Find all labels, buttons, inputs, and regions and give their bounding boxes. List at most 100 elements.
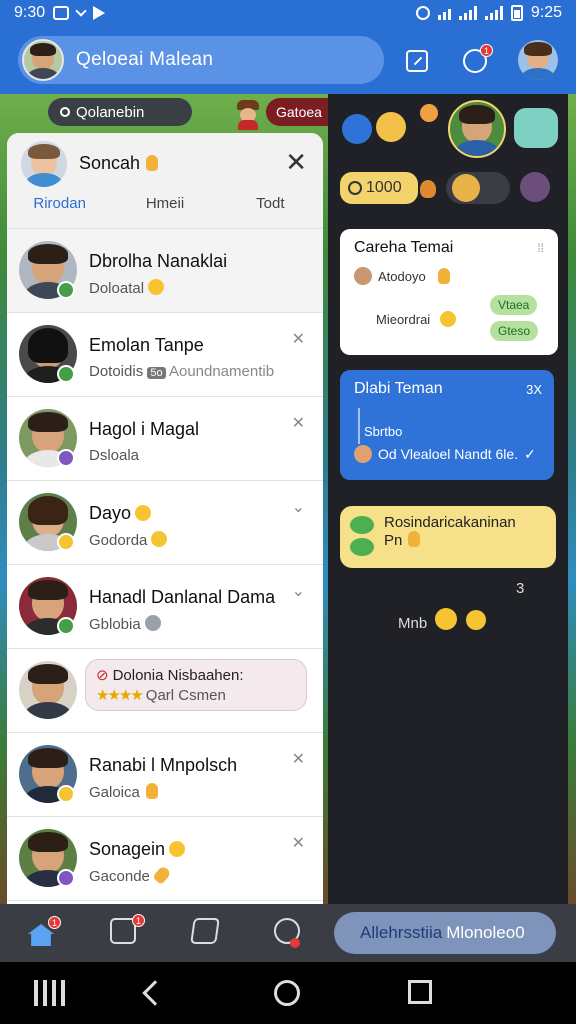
media-badge: 5o <box>147 367 166 379</box>
quote-title: ⊘ Dolonia Nisbaahen: <box>96 667 244 684</box>
action-pill[interactable] <box>446 172 510 204</box>
alarm-icon <box>415 6 430 20</box>
close-button[interactable]: ✕ <box>285 147 307 178</box>
profile-avatar[interactable] <box>518 40 558 80</box>
laugh-emoji-icon[interactable] <box>435 608 458 630</box>
mascot-sticker-icon[interactable] <box>514 108 558 148</box>
profile-search-pill[interactable]: Qeloeai Malean <box>18 36 384 84</box>
chat-contact-avatar[interactable] <box>448 100 506 158</box>
onion-icon <box>420 180 436 198</box>
contact-name: Hagol i Magal <box>89 419 200 439</box>
chat-row[interactable]: ⊘ Dolonia Nisbaahen: ★★★★ Qarl Csmen <box>7 649 323 733</box>
status-dot <box>57 869 75 887</box>
contact-preview: Galoica <box>89 783 158 801</box>
wave-hand-icon <box>146 155 159 171</box>
status-time-right: 9:25 <box>530 4 562 21</box>
smile-emoji-icon <box>440 311 457 327</box>
chat-row[interactable]: Emolan Tanpe Dotoidis 5o Aoundnamentib ✕ <box>7 313 323 397</box>
chat-row[interactable]: Ranabi l Mnpolsch Galoica ✕ <box>7 733 323 817</box>
tab-1[interactable]: Hmeii <box>112 195 217 212</box>
sticker-avatar-icon[interactable] <box>520 172 550 202</box>
chat-row[interactable]: Hanadl Danlanal Dama Gblobia ⌄ <box>7 565 323 649</box>
search-icon <box>60 107 70 117</box>
back-button[interactable] <box>142 980 168 1006</box>
compose-button[interactable] <box>400 44 434 78</box>
contact-name: Emolan Tanpe <box>89 335 204 355</box>
no-entry-icon: ⊘ <box>96 667 109 684</box>
scene-search-pill[interactable]: Qolanebin <box>48 98 192 126</box>
contact-preview: Dsloala <box>89 447 140 464</box>
chevron-down-icon[interactable]: ⌄ <box>292 581 305 601</box>
chat-list-header: Soncah ✕ Rirodan Hmeii Todt <box>7 133 323 229</box>
header-avatar <box>21 141 67 187</box>
banana-icon <box>152 865 172 885</box>
leaf-icon <box>350 538 374 556</box>
alert-pill[interactable]: Allehrsstiia Mlonoleo0 <box>334 912 556 954</box>
emoji-icon <box>135 505 152 521</box>
notifications-tab[interactable] <box>274 918 304 948</box>
quote-card[interactable]: ⊘ Dolonia Nisbaahen: ★★★★ Qarl Csmen <box>85 659 307 711</box>
overview-button[interactable] <box>408 980 432 1004</box>
notification-badge: 1 <box>480 44 493 57</box>
chat-row[interactable]: Sonagein Gaconde ✕ <box>7 817 323 901</box>
dismiss-icon[interactable]: ✕ <box>292 329 305 349</box>
contact-preview: Godorda <box>89 531 168 549</box>
sticker-count: 3 <box>516 580 525 597</box>
user-avatar[interactable] <box>22 39 64 81</box>
notification-dot <box>290 938 300 948</box>
sticker-icon[interactable] <box>376 112 406 142</box>
clap-icon <box>408 531 421 547</box>
smile-emoji-icon <box>148 279 165 295</box>
chat-row[interactable]: Dayo Godorda ⌄ <box>7 481 323 565</box>
status-dot <box>57 785 75 803</box>
message-card[interactable]: Careha Temai ⁞⁞ Atodoyo Mieordrai Vtaea … <box>340 229 558 355</box>
home-tab[interactable]: 1 <box>28 916 61 948</box>
camera-tab[interactable]: 1 <box>110 914 145 948</box>
chevron-down-icon[interactable]: ⌄ <box>292 497 305 517</box>
reaction-strip <box>338 100 568 164</box>
tab-0[interactable]: Rirodan <box>7 195 112 212</box>
chat-row[interactable]: Dbrolha Nanaklai Doloatal <box>7 229 323 313</box>
message-text: Rosindaricakaninan <box>384 514 516 531</box>
status-dot <box>57 617 75 635</box>
chat-list-panel: Soncah ✕ Rirodan Hmeii Todt Dbrolha Nana… <box>7 133 323 904</box>
app-title: Qeloeai Malean <box>76 49 214 70</box>
coins-pill[interactable]: 1000 <box>340 172 418 204</box>
wink-emoji-icon[interactable] <box>465 610 486 630</box>
compose-icon <box>406 50 428 72</box>
scene-tag-label: Gatoea <box>276 104 322 120</box>
contact-preview: Gaconde <box>89 865 172 885</box>
clap-icon <box>437 268 450 284</box>
contact-name: Hanadl Danlanal Dama <box>89 587 276 607</box>
status-dot <box>57 449 75 467</box>
reaction-label: Mnb <box>398 608 486 632</box>
more-icon[interactable]: ⁞⁞ <box>537 241 544 255</box>
recents-button[interactable] <box>34 980 65 1006</box>
contact-preview: Gblobia <box>89 615 161 633</box>
contact-name: Ranabi l Mnpolsch <box>89 755 238 775</box>
chat-row[interactable]: Hagol i Magal Dsloala ✕ <box>7 397 323 481</box>
contact-name: Dbrolha Nanaklai <box>89 251 228 271</box>
message-subtitle: Sbrtbo <box>364 424 403 439</box>
home-badge: 1 <box>48 916 61 929</box>
dismiss-icon[interactable]: ✕ <box>292 749 305 769</box>
message-card-yellow[interactable]: Rosindaricakaninan Pn <box>340 506 556 568</box>
home-button[interactable] <box>274 980 300 1006</box>
compose-tab[interactable] <box>190 918 222 948</box>
contact-preview: Doloatal <box>89 279 165 297</box>
tab-2[interactable]: Todt <box>218 195 323 212</box>
header-name: Soncah <box>79 153 159 174</box>
message-card-blue[interactable]: Dlabi Teman 3X Sbrtbo Od Vlealoel Nandt … <box>340 370 554 480</box>
status-time-left: 9:30 <box>14 4 46 21</box>
contact-name: Dayo <box>89 503 152 524</box>
mascot-icon <box>234 100 262 130</box>
reaction-chip[interactable]: Vtaea <box>490 295 538 315</box>
wifi-icon <box>437 6 451 20</box>
dismiss-icon[interactable]: ✕ <box>292 413 305 433</box>
system-nav-bar <box>0 962 576 1024</box>
check-badge-icon[interactable] <box>342 114 372 144</box>
dismiss-icon[interactable]: ✕ <box>292 833 305 853</box>
scene-tag-pill[interactable]: Gatoea <box>266 98 328 126</box>
reaction-chip[interactable]: Gteso <box>490 321 539 341</box>
chat-notifications-button[interactable]: 1 <box>458 44 493 78</box>
